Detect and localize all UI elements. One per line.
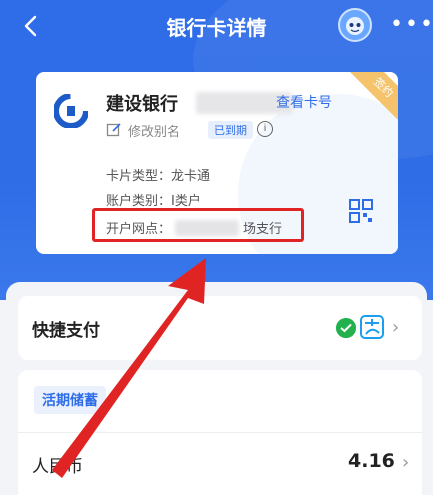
bank-name: 建设银行 — [106, 94, 178, 115]
card-type-value: 龙卡通 — [171, 169, 211, 184]
currency-label: 人民币 — [32, 457, 83, 477]
ccb-logo-icon — [54, 94, 88, 128]
info-icon[interactable]: i — [257, 121, 273, 137]
mascot-icon — [346, 17, 364, 35]
assistant-avatar[interactable] — [338, 8, 372, 42]
account-type-label: 账户类别： — [106, 194, 172, 209]
quick-pay-row[interactable]: 快捷支付 › — [18, 296, 422, 360]
quick-pay-label: 快捷支付 — [32, 321, 100, 341]
edit-icon[interactable] — [106, 122, 122, 138]
account-type-row: 账户类别：I类户 — [106, 190, 201, 209]
current-deposit-tag[interactable]: 活期储蓄 — [34, 386, 106, 414]
wechat-pay-icon — [336, 318, 356, 338]
red-highlight-box — [92, 208, 304, 242]
savings-section: 活期储蓄 人民币 4.16 › — [18, 370, 422, 495]
more-options-icon[interactable]: ••• — [390, 14, 433, 36]
chevron-right-icon[interactable]: › — [402, 452, 409, 473]
qr-code-icon[interactable] — [348, 198, 374, 224]
bank-card: 建设银行 查看卡号 签约 修改别名 已到期 i 卡片类型：龙卡通 账户类别：I类… — [36, 72, 398, 254]
top-bar: 银行卡详情 ••• — [0, 0, 433, 54]
chevron-right-icon: › — [392, 317, 400, 338]
view-card-number-link[interactable]: 查看卡号 — [276, 92, 332, 112]
edit-alias-link[interactable]: 修改别名 — [128, 121, 180, 140]
account-type-value: I类户 — [171, 194, 201, 209]
divider — [18, 432, 422, 433]
balance-amount: 4.16 — [348, 450, 395, 472]
card-type-label: 卡片类型： — [106, 169, 172, 184]
alipay-icon — [360, 315, 384, 339]
status-badge: 已到期 — [208, 121, 253, 139]
card-type-row: 卡片类型：龙卡通 — [106, 165, 210, 184]
